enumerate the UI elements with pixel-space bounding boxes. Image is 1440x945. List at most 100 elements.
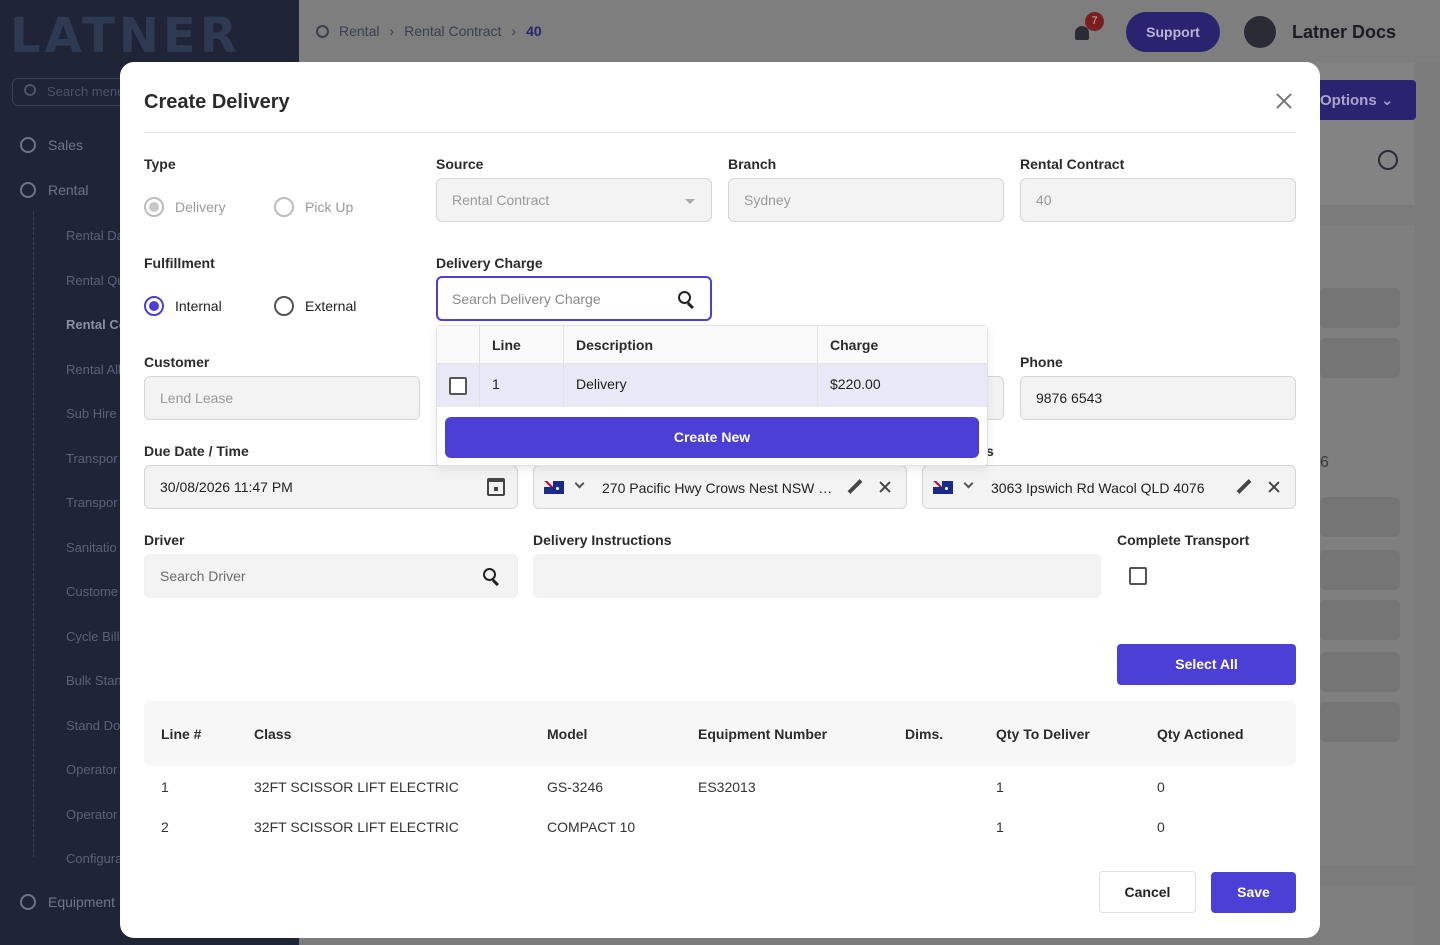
sidebar-item-rental[interactable]: Rental <box>20 182 88 198</box>
search-icon[interactable] <box>678 291 696 309</box>
background-row <box>1320 288 1400 328</box>
rental-icon <box>316 24 329 38</box>
sidebar-item-sales[interactable]: Sales <box>20 137 83 153</box>
background-value: 6 <box>1320 454 1329 471</box>
chevron-down-icon[interactable] <box>574 478 585 489</box>
due-date-value: 30/08/2026 11:47 PM <box>160 479 293 495</box>
customer-label: Customer <box>144 354 210 370</box>
delivery-charge-placeholder: Search Delivery Charge <box>452 291 601 307</box>
sidebar-subitem[interactable]: Custome <box>66 584 118 599</box>
due-date-field[interactable]: 30/08/2026 11:47 PM <box>144 465 518 509</box>
equipment-icon <box>20 894 36 910</box>
phone-field[interactable]: 9876 6543 <box>1020 376 1296 420</box>
create-new-button[interactable]: Create New <box>445 417 979 458</box>
source-value: Rental Contract <box>452 192 550 208</box>
sidebar-subitem[interactable]: Operator <box>66 807 117 822</box>
row-description: Delivery <box>576 376 627 392</box>
column-header-equipment-number: Equipment Number <box>698 726 828 742</box>
latner-logo: LATNER <box>10 8 241 64</box>
branch-field[interactable]: Sydney <box>728 178 1004 222</box>
column-divider <box>479 326 480 407</box>
radio-label: External <box>305 298 357 314</box>
search-icon[interactable] <box>483 568 501 586</box>
avatar[interactable] <box>1244 16 1276 48</box>
options-label: Options <box>1320 92 1377 109</box>
customer-field[interactable]: Lend Lease <box>144 376 420 420</box>
chevron-down-icon[interactable] <box>963 478 974 489</box>
sidebar-subitem[interactable]: Sub Hire <box>66 406 117 421</box>
type-radio-delivery[interactable]: Delivery <box>144 197 226 217</box>
table-cell-qty-actioned: 0 <box>1157 819 1165 835</box>
type-radio-pickup[interactable]: Pick Up <box>274 197 353 217</box>
sidebar-subitem[interactable]: Operator <box>66 762 117 777</box>
row-checkbox[interactable] <box>449 377 467 395</box>
sidebar-subitem[interactable]: Rental Da <box>66 228 124 243</box>
radio-circle <box>144 197 164 217</box>
select-all-button[interactable]: Select All <box>1117 644 1296 685</box>
table-cell-class: 32FT SCISSOR LIFT ELECTRIC <box>254 779 459 795</box>
from-address-field[interactable]: 270 Pacific Hwy Crows Nest NSW 2065 <box>533 465 907 509</box>
fulfillment-radio-internal[interactable]: Internal <box>144 296 222 316</box>
complete-transport-label: Complete Transport <box>1117 532 1250 548</box>
search-icon <box>24 84 36 96</box>
radio-circle <box>274 197 294 217</box>
fulfillment-radio-external[interactable]: External <box>274 296 356 316</box>
search-icon[interactable] <box>1378 150 1398 170</box>
table-cell-class: 32FT SCISSOR LIFT ELECTRIC <box>254 819 459 835</box>
driver-search-input[interactable]: Search Driver <box>144 554 518 598</box>
fulfillment-label: Fulfillment <box>144 255 215 271</box>
sidebar-item-label: Sales <box>48 137 84 153</box>
branch-value: Sydney <box>744 192 791 208</box>
to-address-field[interactable]: 3063 Ipswich Rd Wacol QLD 4076 <box>922 465 1296 509</box>
table-cell-equipment-number: ES32013 <box>698 779 756 795</box>
bell-icon[interactable]: 7 <box>1072 12 1104 44</box>
chevron-right-icon: › <box>389 23 395 39</box>
breadcrumb-item[interactable]: Rental <box>339 23 379 39</box>
column-header-qty-to-deliver: Qty To Deliver <box>996 726 1090 742</box>
clear-icon[interactable] <box>878 480 892 494</box>
user-name[interactable]: Latner Docs <box>1292 22 1396 43</box>
rental-contract-field[interactable]: 40 <box>1020 178 1296 222</box>
cancel-button[interactable]: Cancel <box>1099 871 1196 913</box>
from-address-value: 270 Pacific Hwy Crows Nest NSW 2065 <box>602 480 838 496</box>
rental-contract-value: 40 <box>1036 192 1052 208</box>
sidebar-subitem[interactable]: Bulk Stan <box>66 673 122 688</box>
save-button[interactable]: Save <box>1211 872 1296 913</box>
sidebar-tree-line <box>33 212 34 857</box>
sidebar-subitem[interactable]: Configura <box>66 851 122 866</box>
edit-icon[interactable] <box>848 480 862 494</box>
source-select[interactable]: Rental Contract <box>436 178 712 222</box>
column-header-line: Line # <box>161 726 202 742</box>
to-address-value: 3063 Ipswich Rd Wacol QLD 4076 <box>991 480 1205 496</box>
sidebar-subitem[interactable]: Rental All <box>66 362 121 377</box>
australia-flag-icon <box>933 481 953 494</box>
sidebar-subitem[interactable]: Transpor <box>66 451 118 466</box>
source-label: Source <box>436 156 484 172</box>
background-row <box>1320 550 1400 590</box>
sidebar-item-label: Rental <box>48 182 89 198</box>
sidebar-subitem[interactable]: Rental Qu <box>66 273 125 288</box>
delivery-instructions-field[interactable] <box>533 554 1101 598</box>
edit-icon[interactable] <box>1237 480 1251 494</box>
sales-icon <box>20 137 36 153</box>
customer-value: Lend Lease <box>160 390 234 406</box>
row-charge: $220.00 <box>830 376 881 392</box>
sidebar-subitem[interactable]: Cycle Bill <box>66 629 119 644</box>
driver-placeholder: Search Driver <box>160 568 246 584</box>
sidebar-subitem-active[interactable]: Rental Co <box>66 317 127 332</box>
delivery-charge-label: Delivery Charge <box>436 255 543 271</box>
sidebar-subitem[interactable]: Transpor <box>66 495 118 510</box>
sidebar-subitem[interactable]: Sanitatio <box>66 540 117 555</box>
radio-label: Pick Up <box>305 199 354 215</box>
sidebar-item-equipment[interactable]: Equipment <box>20 894 115 910</box>
clear-icon[interactable] <box>1267 480 1281 494</box>
calendar-icon[interactable] <box>487 478 505 496</box>
breadcrumb-item[interactable]: Rental Contract <box>404 23 501 39</box>
branch-label: Branch <box>728 156 777 172</box>
close-icon[interactable] <box>1274 91 1294 111</box>
delivery-charge-search-input[interactable]: Search Delivery Charge <box>436 276 712 321</box>
support-button[interactable]: Support <box>1126 12 1220 52</box>
dropdown-row[interactable] <box>437 364 987 407</box>
sidebar-subitem[interactable]: Stand Do <box>66 718 120 733</box>
complete-transport-checkbox[interactable] <box>1129 567 1147 585</box>
